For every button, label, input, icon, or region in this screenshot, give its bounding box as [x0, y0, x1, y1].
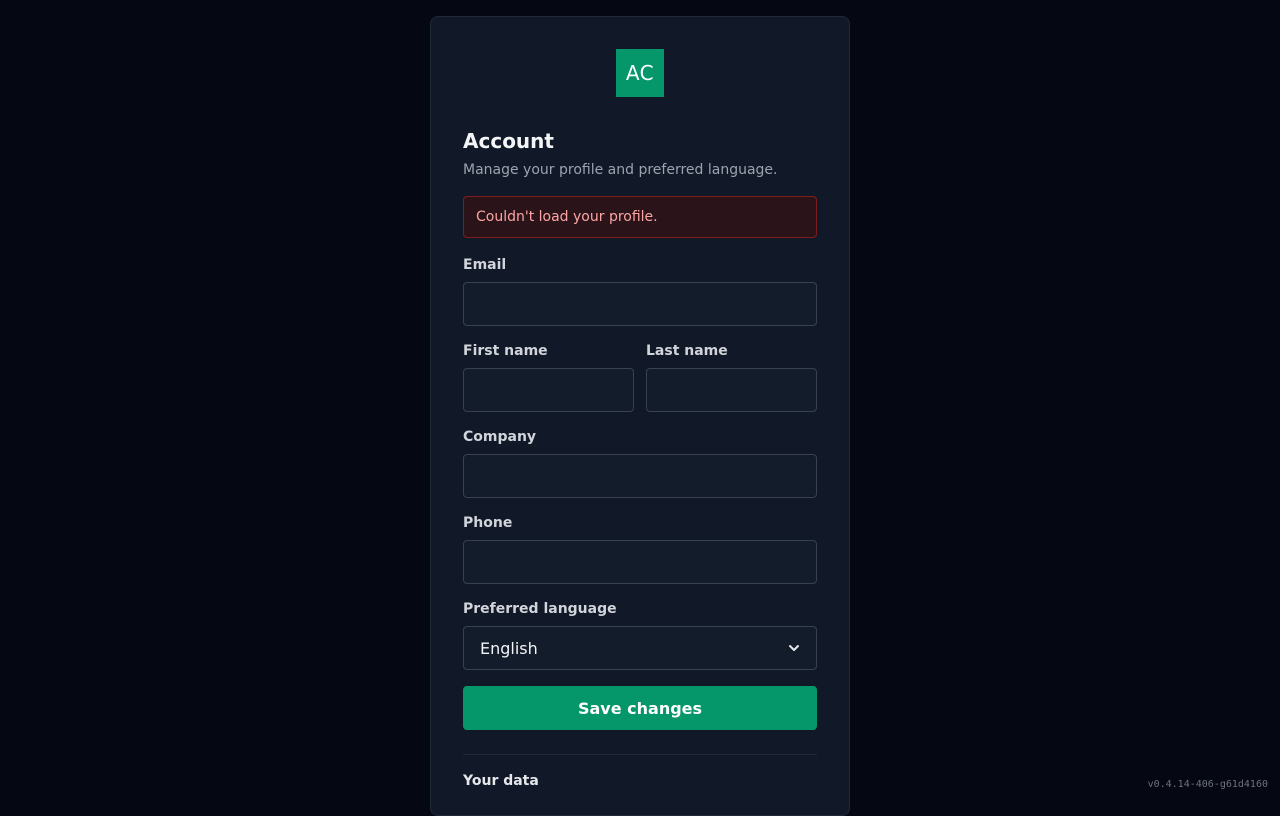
last-name-label: Last name	[646, 342, 817, 360]
brand-logo-text: AC	[626, 61, 654, 85]
error-message: Couldn't load your profile.	[476, 209, 658, 225]
email-label: Email	[463, 256, 817, 274]
error-alert: Couldn't load your profile.	[463, 196, 817, 238]
save-button[interactable]: Save changes	[463, 686, 817, 730]
first-name-input[interactable]	[463, 368, 634, 412]
language-label: Preferred language	[463, 600, 817, 618]
phone-input[interactable]	[463, 540, 817, 584]
language-field-group: Preferred language English	[463, 600, 817, 670]
company-input[interactable]	[463, 454, 817, 498]
language-selected-value: English	[480, 639, 538, 658]
email-field-group: Email	[463, 256, 817, 326]
account-card: AC Account Manage your profile and prefe…	[430, 16, 850, 816]
company-label: Company	[463, 428, 817, 446]
page-subtitle: Manage your profile and preferred langua…	[463, 161, 817, 179]
section-divider	[463, 754, 817, 755]
last-name-field-group: Last name	[646, 342, 817, 412]
chevron-down-icon	[788, 642, 800, 654]
first-name-label: First name	[463, 342, 634, 360]
email-input[interactable]	[463, 282, 817, 326]
your-data-heading: Your data	[463, 773, 817, 789]
page-title: Account	[463, 128, 817, 154]
phone-field-group: Phone	[463, 514, 817, 584]
phone-label: Phone	[463, 514, 817, 532]
brand-logo: AC	[616, 49, 664, 97]
company-field-group: Company	[463, 428, 817, 498]
language-select[interactable]: English	[463, 626, 817, 670]
last-name-input[interactable]	[646, 368, 817, 412]
version-label: v0.4.14-406-g61d4160	[1148, 779, 1268, 790]
name-row: First name Last name	[463, 342, 817, 412]
first-name-field-group: First name	[463, 342, 634, 412]
